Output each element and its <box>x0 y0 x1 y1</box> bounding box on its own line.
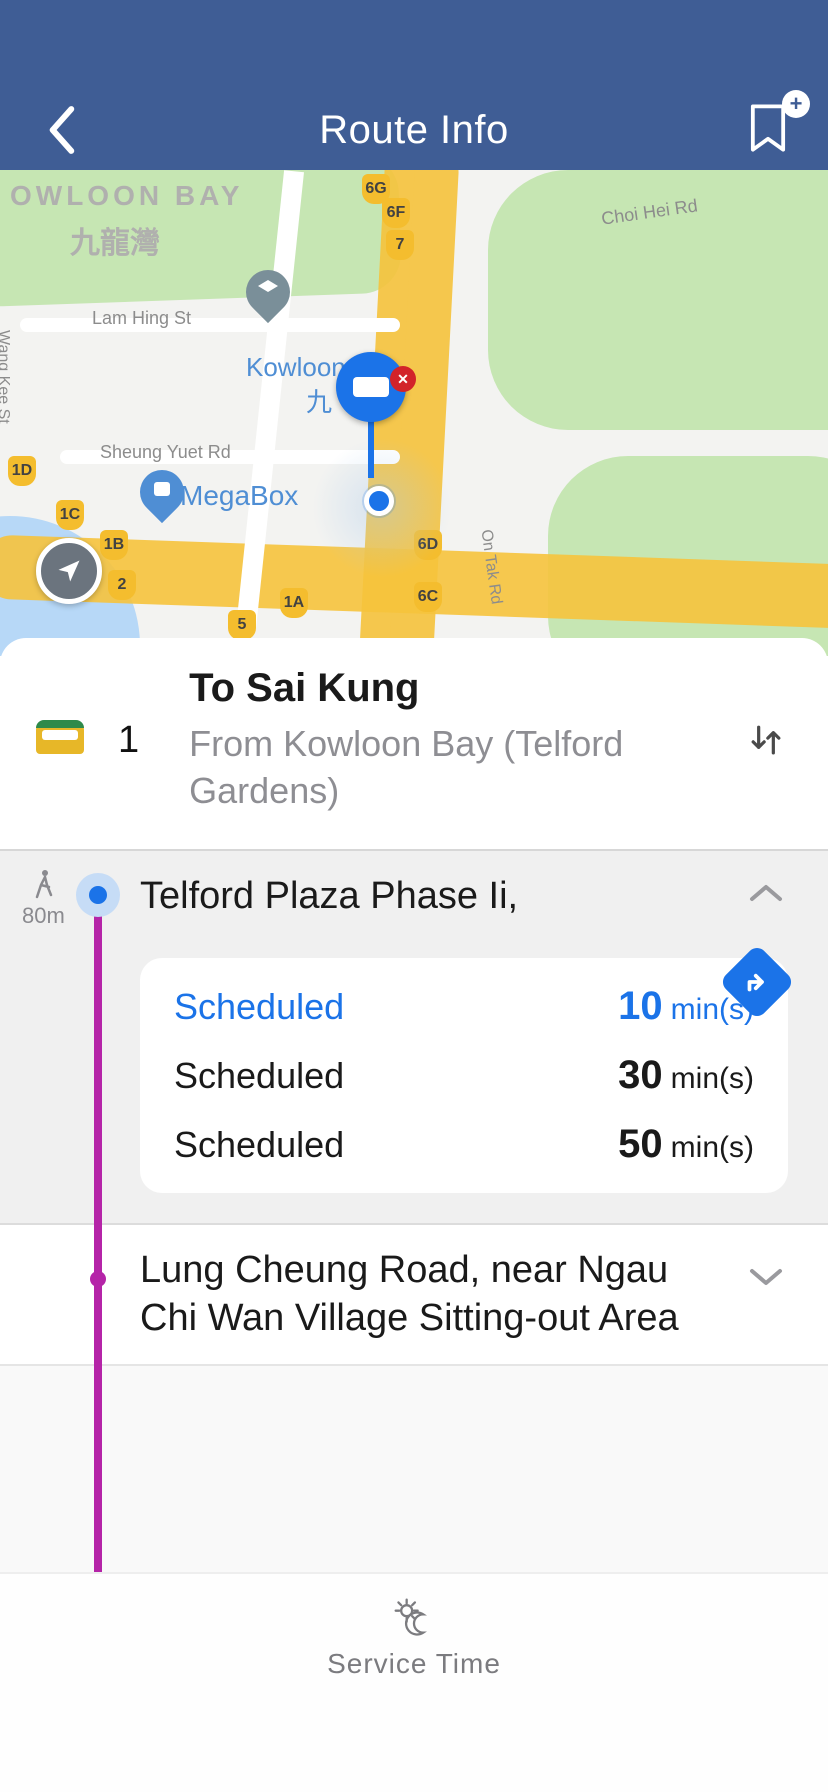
map-street-label: Lam Hing St <box>92 308 191 329</box>
road-shield: 1D <box>8 456 36 486</box>
road-shield: 2 <box>108 570 136 600</box>
map-street-shape <box>20 318 400 332</box>
stop-name: Lung Cheung Road, near Ngau Chi Wan Vill… <box>140 1247 788 1342</box>
shopping-pin-icon <box>140 470 184 526</box>
map-street-label: Wang Kee St <box>0 330 12 424</box>
plus-badge-icon: + <box>782 90 810 118</box>
map-view[interactable]: OWLOON BAY 九龍灣 Lam Hing St Sheung Yuet R… <box>0 170 828 656</box>
schedule-card: Scheduled 10min(s) Scheduled 30min(s) Sc… <box>140 958 788 1193</box>
mtr-station-icon: ✕ <box>390 366 416 392</box>
schedule-minutes: 50 <box>618 1122 663 1166</box>
map-street-label: Sheung Yuet Rd <box>100 442 231 463</box>
stop-marker <box>90 1271 106 1287</box>
road-shield: 5 <box>228 610 256 640</box>
schedule-unit: min(s) <box>671 1131 754 1164</box>
swap-direction-button[interactable] <box>740 714 792 766</box>
map-area-label-zh: 九龍灣 <box>70 218 160 262</box>
page-title: Route Info <box>0 100 828 160</box>
route-origin: From Kowloon Bay (Telford Gardens) <box>189 721 712 815</box>
chevron-down-icon <box>748 1265 784 1289</box>
road-shield: 6C <box>414 582 442 612</box>
schedule-row: Scheduled 50min(s) <box>174 1122 754 1167</box>
service-time-button[interactable]: Service Time <box>327 1596 501 1680</box>
walk-distance-indicator: 80m <box>22 869 65 929</box>
schedule-row: Scheduled 10min(s) <box>174 984 754 1029</box>
walk-distance-value: 80m <box>22 903 65 929</box>
route-number: 1 <box>118 719 139 762</box>
route-summary-card: 1 To Sai Kung From Kowloon Bay (Telford … <box>0 638 828 851</box>
map-poi-label: 九 <box>306 382 332 419</box>
route-text-block: To Sai Kung From Kowloon Bay (Telford Ga… <box>189 666 712 815</box>
footer-bar: Service Time <box>0 1572 828 1792</box>
map-poi-label: MegaBox <box>180 480 298 512</box>
map-poi-label: Kowloon <box>246 352 346 383</box>
recenter-button[interactable] <box>36 538 102 604</box>
service-time-label: Service Time <box>327 1648 501 1680</box>
turn-right-icon <box>742 967 772 997</box>
location-arrow-icon <box>55 557 83 585</box>
road-shield: 1A <box>280 588 308 618</box>
schedule-unit: min(s) <box>671 1062 754 1095</box>
expand-toggle[interactable] <box>748 1265 784 1294</box>
day-night-icon <box>392 1596 436 1640</box>
walking-person-icon <box>31 869 55 901</box>
stops-list: 80m Telford Plaza Phase Ii, Scheduled 10… <box>0 851 828 1572</box>
schedule-label: Scheduled <box>174 986 344 1028</box>
header-bar: Route Info + <box>0 0 828 170</box>
route-line <box>94 913 102 1572</box>
road-shield: 1C <box>56 500 84 530</box>
road-shield: 6F <box>382 198 410 228</box>
road-shield: 1B <box>100 530 128 560</box>
current-location-dot <box>364 486 394 516</box>
swap-icon <box>744 718 788 762</box>
stop-row[interactable]: 80m Telford Plaza Phase Ii, Scheduled 10… <box>0 851 828 1226</box>
bus-icon <box>36 720 84 760</box>
education-pin-icon <box>246 270 290 326</box>
schedule-row: Scheduled 30min(s) <box>174 1053 754 1098</box>
map-area-label: OWLOON BAY <box>10 180 243 212</box>
bus-stop-pin-stem <box>368 418 374 478</box>
schedule-minutes: 30 <box>618 1053 663 1097</box>
stop-marker-current <box>76 873 120 917</box>
route-destination: To Sai Kung <box>189 666 712 711</box>
road-shield: 7 <box>386 230 414 260</box>
chevron-up-icon <box>748 881 784 905</box>
schedule-label: Scheduled <box>174 1055 344 1097</box>
collapse-toggle[interactable] <box>748 881 784 910</box>
schedule-label: Scheduled <box>174 1124 344 1166</box>
stop-row[interactable]: Lung Cheung Road, near Ngau Chi Wan Vill… <box>0 1225 828 1366</box>
schedule-minutes: 10 <box>618 984 663 1028</box>
stop-name: Telford Plaza Phase Ii, <box>140 873 788 921</box>
